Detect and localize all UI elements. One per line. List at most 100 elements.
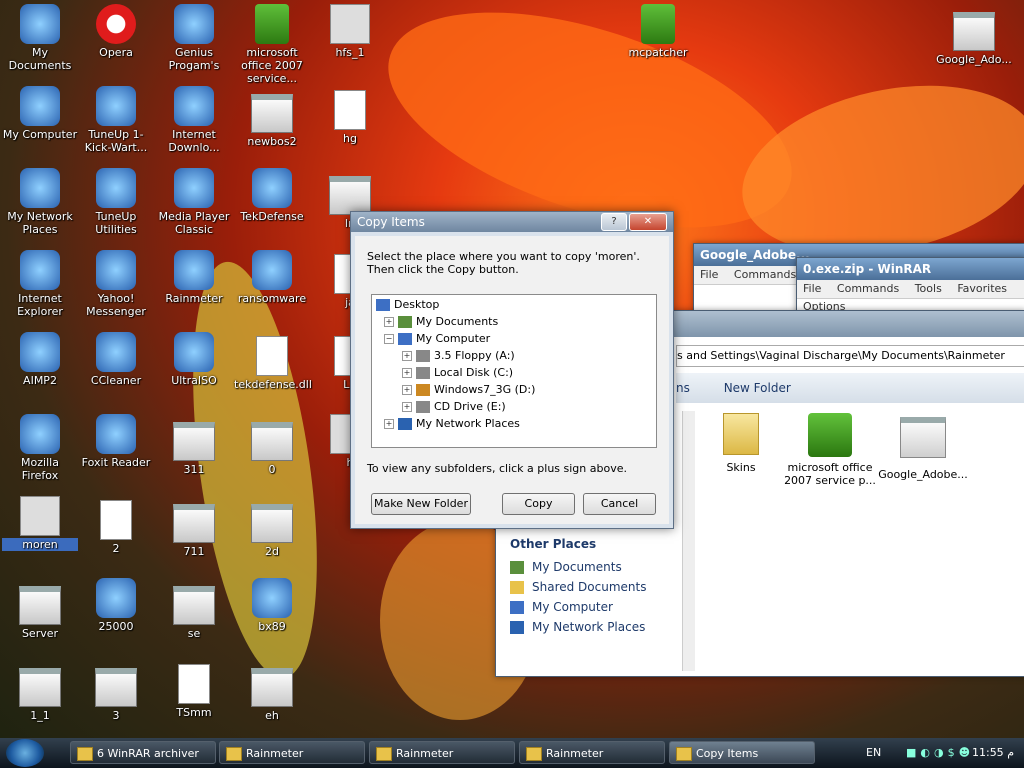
desktop-icon[interactable]: 0: [234, 414, 310, 476]
help-button[interactable]: ?: [601, 213, 627, 231]
taskbar-button[interactable]: 6 WinRAR archiver: [70, 741, 216, 764]
taskbar-button[interactable]: Rainmeter: [219, 741, 365, 764]
other-places-link[interactable]: My Computer: [510, 597, 678, 617]
desktop-icon[interactable]: 711: [156, 496, 232, 558]
folder-icon: [676, 747, 692, 761]
expand-icon[interactable]: +: [402, 368, 412, 378]
list-item[interactable]: Skins: [706, 413, 776, 474]
desktop-icon[interactable]: ransomware: [234, 250, 310, 305]
list-item[interactable]: microsoft office 2007 service p...: [782, 413, 878, 487]
start-button[interactable]: [6, 739, 44, 767]
tree-node[interactable]: + Local Disk (C:): [402, 365, 513, 381]
desktop-icon[interactable]: Genius Progam's: [156, 4, 232, 72]
close-button[interactable]: ✕: [629, 213, 667, 231]
desktop-icon[interactable]: newbos2: [234, 86, 310, 148]
menu-commands[interactable]: Commands: [728, 268, 802, 281]
collapse-icon[interactable]: −: [384, 334, 394, 344]
desktop-icon[interactable]: tekdefense.dll: [234, 332, 312, 391]
expand-icon[interactable]: +: [402, 385, 412, 395]
desktop-icon[interactable]: bx89: [234, 578, 310, 633]
tree-root[interactable]: Desktop: [376, 297, 439, 313]
my-computer-icon: [398, 333, 412, 345]
desktop-icon[interactable]: Mozilla Firefox: [2, 414, 78, 482]
desktop-icon[interactable]: TekDefense: [234, 168, 310, 223]
tuneup-icon: [96, 86, 136, 126]
desktop-icon-label: hfs_1: [335, 46, 365, 59]
desktop-icon[interactable]: AIMP2: [2, 332, 78, 387]
address-bar[interactable]: s and Settings\Vaginal Discharge\My Docu…: [676, 345, 1024, 367]
menu-favorites[interactable]: Favorites: [951, 282, 1013, 295]
menu-file[interactable]: File: [797, 282, 827, 295]
desktop-icon[interactable]: TSmm: [156, 660, 232, 719]
language-indicator[interactable]: EN: [866, 746, 881, 759]
folder-icon: [723, 413, 759, 455]
other-places-link[interactable]: My Documents: [510, 557, 678, 577]
desktop-icon[interactable]: Media Player Classic: [156, 168, 232, 236]
cancel-button[interactable]: Cancel: [583, 493, 656, 515]
aimp-icon: [20, 332, 60, 372]
desktop-icon[interactable]: Yahoo! Messenger: [78, 250, 154, 318]
list-item[interactable]: Google_Adobe...: [878, 413, 968, 481]
desktop-icon[interactable]: CCleaner: [78, 332, 154, 387]
desktop-icon[interactable]: Foxit Reader: [78, 414, 154, 469]
desktop-icon[interactable]: 2d: [234, 496, 310, 558]
expand-icon[interactable]: +: [402, 351, 412, 361]
expand-icon[interactable]: +: [402, 402, 412, 412]
copy-button[interactable]: Copy: [502, 493, 575, 515]
desktop-icon[interactable]: hg: [312, 86, 388, 145]
network-icon: [398, 418, 412, 430]
desktop-icon[interactable]: se: [156, 578, 232, 640]
tasks-label[interactable]: ns: [676, 381, 690, 395]
desktop-icon[interactable]: My Network Places: [2, 168, 78, 236]
menu-commands[interactable]: Commands: [831, 282, 905, 295]
mpc-icon: [174, 168, 214, 208]
desktop-icon[interactable]: 25000: [78, 578, 154, 633]
desktop-icon[interactable]: 2: [78, 496, 154, 555]
desktop-icon[interactable]: Rainmeter: [156, 250, 232, 305]
tree-node[interactable]: − My Computer: [384, 331, 490, 347]
other-places-link[interactable]: My Network Places: [510, 617, 678, 637]
tree-node[interactable]: + CD Drive (E:): [402, 399, 506, 415]
desktop-icon[interactable]: Google_Ado...: [936, 4, 1012, 66]
folder-tree[interactable]: Desktop + My Documents − My Computer +3.5 Fl…: [371, 294, 657, 448]
menu-tools[interactable]: Tools: [909, 282, 948, 295]
desktop-icon[interactable]: moren: [2, 496, 78, 551]
other-places-panel: Other Places My Documents Shared Document…: [500, 533, 678, 671]
winrar-title-2[interactable]: 0.exe.zip - WinRAR: [797, 258, 1024, 280]
desktop-icon[interactable]: UltraISO: [156, 332, 232, 387]
other-places-link[interactable]: Shared Documents: [510, 577, 678, 597]
new-folder-button[interactable]: New Folder: [724, 381, 791, 395]
tree-node[interactable]: +3.5 Floppy (A:): [402, 348, 515, 364]
desktop-icon[interactable]: eh: [234, 660, 310, 722]
desktop-icon[interactable]: microsoft office 2007 service...: [234, 4, 310, 85]
menu-file[interactable]: File: [694, 268, 724, 281]
tree-node[interactable]: + My Documents: [384, 314, 498, 330]
desktop-icon[interactable]: TuneUp Utilities: [78, 168, 154, 236]
desktop-icon[interactable]: 3: [78, 660, 154, 722]
expand-icon[interactable]: +: [384, 419, 394, 429]
make-new-folder-button[interactable]: Make New Folder: [371, 493, 471, 515]
taskbar-button[interactable]: Rainmeter: [519, 741, 665, 764]
desktop-icon[interactable]: My Computer: [2, 86, 78, 141]
clock[interactable]: 11:55 م: [972, 746, 1014, 759]
desktop-icon[interactable]: My Documents: [2, 4, 78, 72]
desktop-icon[interactable]: Server: [2, 578, 78, 640]
desktop-icon[interactable]: Opera: [78, 4, 154, 59]
desktop-icon[interactable]: mcpatcher: [620, 4, 696, 59]
taskbar-button[interactable]: Rainmeter: [369, 741, 515, 764]
tree-node[interactable]: + Windows7_3G (D:): [402, 382, 535, 398]
desktop-icon-label: tekdefense.dll: [234, 378, 312, 391]
scrollbar[interactable]: [682, 411, 695, 671]
desktop-icon[interactable]: 311: [156, 414, 232, 476]
my-computer-icon: [510, 600, 524, 614]
taskbar-button[interactable]: Copy Items: [669, 741, 815, 764]
desktop-icon[interactable]: hfs_1: [312, 4, 388, 59]
desktop-icon[interactable]: TuneUp 1-Kick-Wart...: [78, 86, 154, 154]
desktop-icon[interactable]: Internet Explorer: [2, 250, 78, 318]
desktop-icon[interactable]: 1_1: [2, 660, 78, 722]
taskbar-button-label: 6 WinRAR archiver: [97, 747, 199, 760]
copy-items-dialog[interactable]: Copy Items ? ✕ Select the place where yo…: [350, 211, 674, 529]
tree-node[interactable]: + My Network Places: [384, 416, 520, 432]
expand-icon[interactable]: +: [384, 317, 394, 327]
desktop-icon[interactable]: Internet Downlo...: [156, 86, 232, 154]
